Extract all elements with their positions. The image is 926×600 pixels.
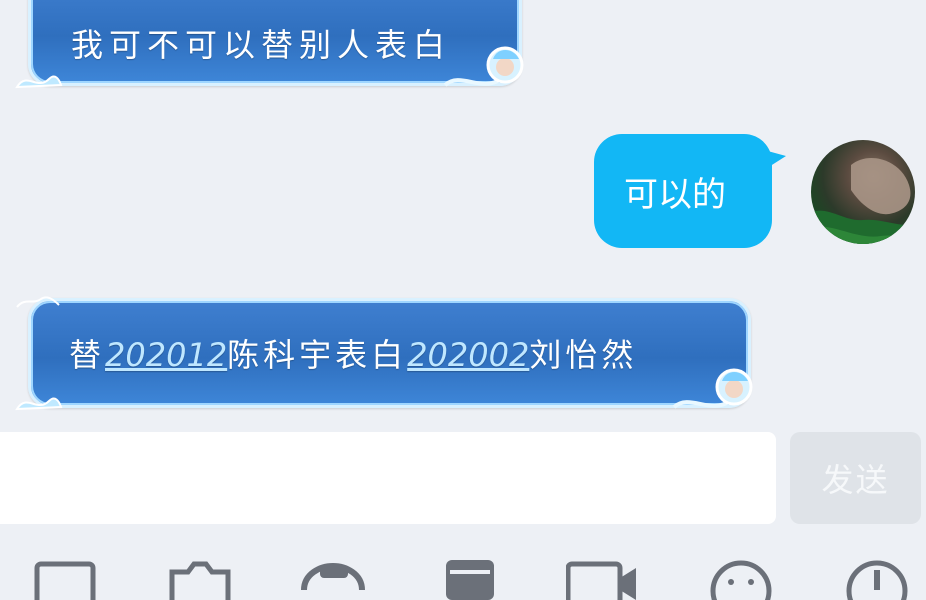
wave-decoration-icon [15, 75, 63, 89]
video-icon[interactable] [566, 560, 638, 600]
message-text: 我可不可以替别人表白 [71, 26, 452, 65]
avatar-image-icon [811, 157, 915, 244]
message-text-prefix: 替 [69, 336, 106, 374]
avatar[interactable] [811, 140, 915, 244]
message-input[interactable] [0, 432, 776, 524]
message-text-suffix: 刘怡然 [529, 336, 638, 374]
image-icon[interactable] [34, 560, 96, 600]
more-icon[interactable] [846, 560, 908, 600]
qq-number-link[interactable]: 202012 [105, 336, 227, 374]
message-bubble-incoming[interactable]: 我可不可以替别人表白 [15, 0, 524, 89]
chat-toolbar [0, 540, 926, 600]
bubble-tail [764, 150, 786, 170]
mermaid-decoration-icon [443, 46, 524, 87]
emoji-icon[interactable] [710, 560, 772, 600]
wave-decoration-icon [16, 296, 60, 308]
message-text: 替202012陈科宇表白202002刘怡然 [69, 330, 637, 376]
message-text: 可以的 [624, 175, 726, 215]
send-button[interactable]: 发送 [790, 432, 921, 524]
message-bubble-incoming[interactable]: 替202012陈科宇表白202002刘怡然 [15, 296, 753, 411]
mermaid-decoration-icon [672, 368, 753, 409]
qq-number-link[interactable]: 202002 [407, 336, 529, 374]
message-bubble-outgoing[interactable]: 可以的 [594, 134, 786, 248]
wave-decoration-icon [15, 397, 63, 411]
voice-icon[interactable] [300, 560, 366, 600]
camera-icon[interactable] [168, 560, 232, 600]
red-packet-icon[interactable] [444, 560, 496, 600]
message-text-middle: 陈科宇表白 [227, 336, 408, 374]
